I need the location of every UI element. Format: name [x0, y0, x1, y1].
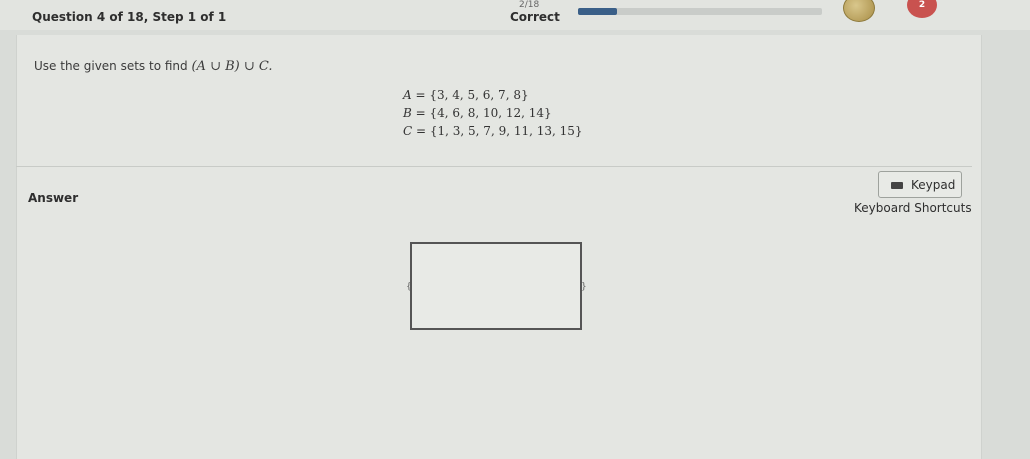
answer-open-brace: { — [406, 282, 412, 292]
set-b-name: B — [403, 106, 412, 120]
keyboard-shortcuts-link[interactable]: Keyboard Shortcuts — [854, 201, 972, 215]
set-b-line: B = {4, 6, 8, 10, 12, 14} — [403, 106, 552, 120]
question-expression: (A ∪ B) ∪ C. — [191, 59, 273, 74]
set-c-name: C — [403, 124, 413, 138]
answer-status: Correct — [510, 10, 560, 24]
coin-icon[interactable] — [843, 0, 875, 22]
answer-close-brace: } — [581, 282, 587, 292]
progress-bar — [578, 8, 822, 15]
set-b-members: = {4, 6, 8, 10, 12, 14} — [415, 106, 552, 120]
set-c-members: = {1, 3, 5, 7, 9, 11, 13, 15} — [416, 124, 583, 138]
keypad-button-label: Keypad — [911, 178, 956, 192]
answer-label: Answer — [28, 191, 79, 205]
set-a-members: = {3, 4, 5, 6, 7, 8} — [415, 88, 529, 102]
heart-icon[interactable]: 2 — [907, 0, 937, 18]
set-a-line: A = {3, 4, 5, 6, 7, 8} — [403, 88, 529, 102]
keypad-button[interactable]: Keypad — [878, 171, 962, 198]
question-prompt: Use the given sets to find (A ∪ B) ∪ C. — [34, 59, 273, 74]
question-prompt-text: Use the given sets to find — [34, 59, 188, 73]
answer-set-input[interactable] — [412, 282, 576, 294]
section-divider — [16, 166, 972, 167]
set-a-name: A — [403, 88, 412, 102]
top-bar: Question 4 of 18, Step 1 of 1 2/18 Corre… — [0, 0, 1030, 30]
progress-bar-fill — [578, 8, 618, 15]
set-c-line: C = {1, 3, 5, 7, 9, 11, 13, 15} — [403, 124, 583, 138]
question-step-label: Question 4 of 18, Step 1 of 1 — [32, 10, 227, 24]
keyboard-icon — [891, 182, 903, 189]
progress-count: 2/18 — [519, 0, 540, 10]
